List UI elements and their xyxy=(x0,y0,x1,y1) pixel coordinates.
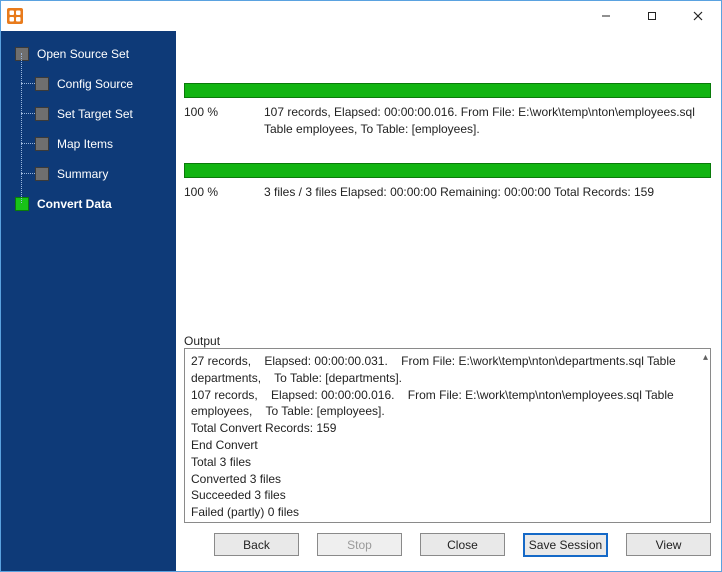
total-progress-block: 100 % 3 files / 3 files Elapsed: 00:00:0… xyxy=(184,163,711,201)
step-summary[interactable]: Summary xyxy=(1,159,176,189)
output-log[interactable]: ▴ 27 records, Elapsed: 00:00:00.031. Fro… xyxy=(184,348,711,523)
view-button[interactable]: View xyxy=(626,533,711,556)
step-label: Set Target Set xyxy=(57,107,133,121)
step-box-icon xyxy=(35,107,49,121)
save-session-button[interactable]: Save Session xyxy=(523,533,608,557)
step-box-icon xyxy=(15,197,29,211)
total-progress-percent: 100 % xyxy=(184,184,264,201)
button-bar: Back Stop Close Save Session View xyxy=(214,523,711,563)
step-label: Convert Data xyxy=(37,197,112,211)
step-label: Config Source xyxy=(57,77,133,91)
step-set-target-set[interactable]: Set Target Set xyxy=(1,99,176,129)
file-progress-bar xyxy=(184,83,711,98)
file-progress-block: 100 % 107 records, Elapsed: 00:00:00.016… xyxy=(184,83,711,139)
step-box-icon xyxy=(35,167,49,181)
step-open-source-set[interactable]: Open Source Set xyxy=(1,39,176,69)
step-box-icon xyxy=(35,77,49,91)
step-label: Map Items xyxy=(57,137,113,151)
step-config-source[interactable]: Config Source xyxy=(1,69,176,99)
app-window: Open Source Set Config Source Set Target… xyxy=(0,0,722,572)
step-map-items[interactable]: Map Items xyxy=(1,129,176,159)
output-label: Output xyxy=(184,324,711,348)
scroll-up-icon[interactable]: ▴ xyxy=(703,351,708,365)
total-progress-detail: 3 files / 3 files Elapsed: 00:00:00 Rema… xyxy=(264,184,711,201)
close-window-button[interactable] xyxy=(675,1,721,31)
main-panel: 100 % 107 records, Elapsed: 00:00:00.016… xyxy=(176,31,721,571)
step-box-icon xyxy=(35,137,49,151)
file-progress-detail: 107 records, Elapsed: 00:00:00.016. From… xyxy=(264,104,711,139)
back-button[interactable]: Back xyxy=(214,533,299,556)
total-progress-bar xyxy=(184,163,711,178)
minimize-button[interactable] xyxy=(583,1,629,31)
step-box-icon xyxy=(15,47,29,61)
wizard-sidebar: Open Source Set Config Source Set Target… xyxy=(1,31,176,571)
step-label: Open Source Set xyxy=(37,47,129,61)
step-convert-data[interactable]: Convert Data xyxy=(1,189,176,219)
app-icon xyxy=(1,2,29,30)
maximize-button[interactable] xyxy=(629,1,675,31)
titlebar xyxy=(1,1,721,31)
close-button[interactable]: Close xyxy=(420,533,505,556)
step-label: Summary xyxy=(57,167,108,181)
file-progress-percent: 100 % xyxy=(184,104,264,139)
output-text: 27 records, Elapsed: 00:00:00.031. From … xyxy=(191,353,704,521)
stop-button: Stop xyxy=(317,533,402,556)
